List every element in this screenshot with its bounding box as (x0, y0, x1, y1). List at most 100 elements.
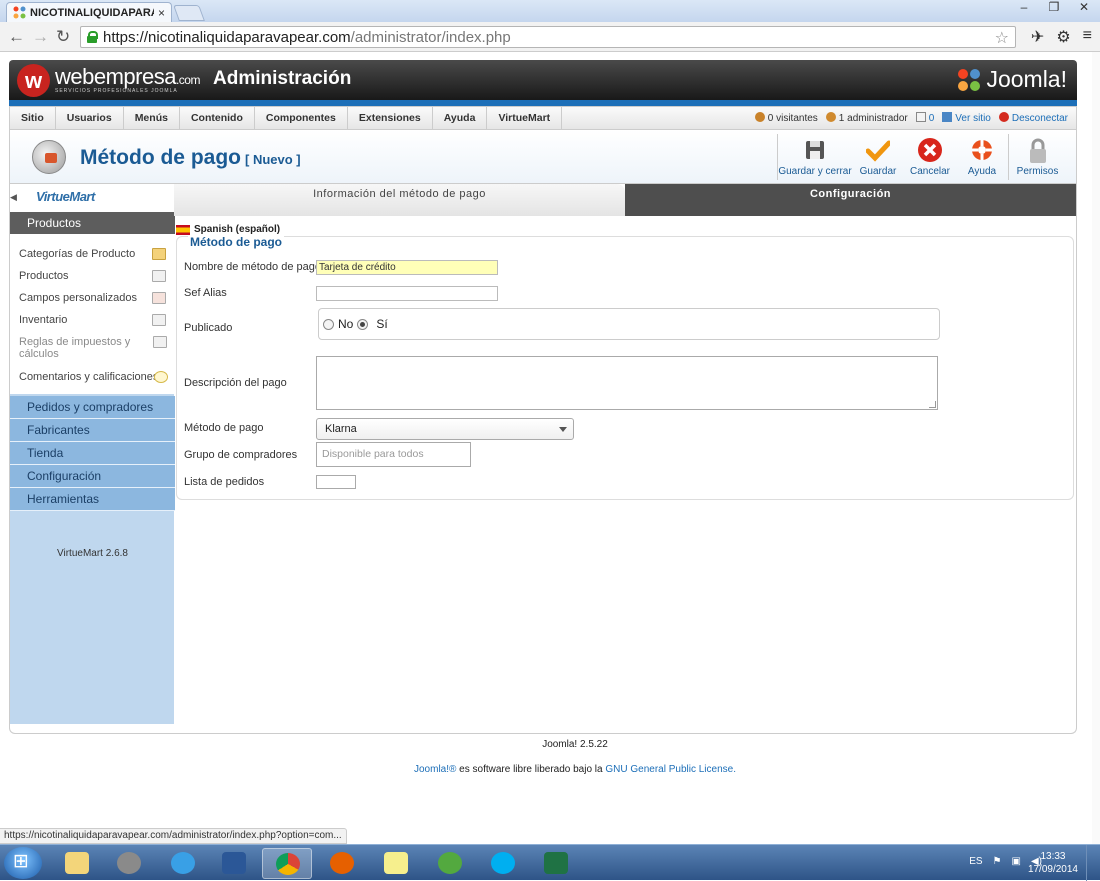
tab-info[interactable]: Información del método de pago (174, 184, 625, 216)
payment-method-icon (32, 140, 66, 174)
taskbar-explorer[interactable] (52, 848, 102, 879)
order-label: Lista de pedidos (184, 476, 265, 488)
view-site-link[interactable]: Ver sitio (942, 112, 991, 124)
name-input[interactable]: Tarjeta de crédito (316, 260, 498, 275)
start-button[interactable] (4, 847, 42, 879)
radio-no[interactable] (323, 318, 334, 330)
page-title: Método de pago[ Nuevo ] (80, 146, 301, 169)
back-arrow-icon[interactable]: ← (8, 27, 25, 47)
taskbar-word[interactable] (209, 848, 259, 879)
webempresa-logo-icon: w (17, 64, 50, 97)
top-menu: Sitio Usuarios Menús Contenido Component… (9, 106, 1077, 130)
menu-ayuda[interactable]: Ayuda (433, 107, 488, 129)
taskbar-skype[interactable] (478, 848, 528, 879)
cancel-x-icon (918, 138, 942, 162)
published-radio-group: No Sí (318, 308, 940, 340)
order-input[interactable] (316, 475, 356, 489)
save-close-button[interactable]: Guardar y cerrar (778, 134, 852, 180)
close-window-icon[interactable]: ✕ (1076, 0, 1092, 14)
browser-tabbar: NICOTINALIQUIDAPARAV × – ❐ ✕ (0, 0, 1100, 22)
chevron-down-icon (559, 427, 567, 432)
joomla-mark-icon (956, 67, 982, 93)
firefox-icon (330, 852, 354, 874)
new-tab-button[interactable] (173, 5, 205, 21)
status-url: https://nicotinaliquidaparavapear.com/ad… (0, 828, 347, 844)
menu-extensiones[interactable]: Extensiones (348, 107, 433, 129)
settings-gear-icon[interactable]: ⚙ (1056, 27, 1070, 47)
bookmark-star-icon[interactable]: ☆ (995, 28, 1009, 48)
taskbar-app[interactable] (104, 848, 154, 879)
method-label: Método de pago (184, 422, 264, 434)
help-button[interactable]: Ayuda (956, 134, 1008, 180)
joomla-favicon-icon (13, 6, 26, 19)
url-input[interactable]: https://nicotinaliquidaparavapear.com/ad… (80, 26, 1016, 48)
taskbar-firefox[interactable] (317, 848, 367, 879)
logout-link[interactable]: Desconectar (998, 112, 1068, 124)
address-bar: ← → ↻ https://nicotinaliquidaparavapear.… (0, 22, 1100, 52)
browser-tab-active[interactable]: NICOTINALIQUIDAPARAV × (6, 2, 172, 22)
messages-status[interactable]: 0 (915, 112, 934, 124)
status-area: 0 visitantes 1 administrador 0 Ver sitio… (754, 107, 1068, 129)
admins-status: 1 administrador (825, 112, 908, 124)
description-textarea[interactable] (316, 356, 938, 410)
menu-sitio[interactable]: Sitio (10, 107, 56, 129)
save-button[interactable]: Guardar (852, 134, 904, 180)
tab-title: NICOTINALIQUIDAPARAV (30, 6, 154, 19)
license-line: Joomla!® es software libre liberado bajo… (414, 764, 736, 775)
form-tabs: Información del método de pago Configura… (174, 184, 1076, 216)
taskbar-excel[interactable] (531, 848, 581, 879)
minimize-icon[interactable]: – (1016, 0, 1032, 14)
maximize-icon[interactable]: ❐ (1046, 0, 1062, 14)
tab-close-icon[interactable]: × (158, 6, 165, 20)
language-indicator-tray[interactable]: ES (969, 856, 982, 867)
network-icon[interactable]: ▣ (1012, 856, 1021, 867)
name-label: Nombre de método de pago (184, 261, 321, 273)
folder-icon (65, 852, 89, 874)
menu-componentes[interactable]: Componentes (255, 107, 348, 129)
word-icon (222, 852, 246, 874)
spain-flag-icon (176, 224, 190, 235)
floppy-disk-icon (803, 138, 827, 162)
users-icon (754, 112, 765, 122)
taskbar-chrome[interactable] (262, 848, 312, 879)
menu-usuarios[interactable]: Usuarios (56, 107, 124, 129)
joomla-version: Joomla! 2.5.22 (542, 739, 608, 750)
cancel-button[interactable]: Cancelar (904, 134, 956, 180)
radio-yes[interactable] (357, 318, 369, 330)
group-label: Grupo de compradores (184, 449, 298, 461)
utorrent-icon (438, 852, 462, 874)
page-subtitle: [ Nuevo ] (245, 152, 301, 167)
permissions-button[interactable]: Permisos (1008, 134, 1066, 180)
admin-header: w webempresa.com SERVICIOS PROFESIONALES… (9, 60, 1077, 102)
clock[interactable]: 13:33 17/09/2014 (1028, 850, 1078, 876)
app-icon (117, 852, 141, 874)
skype-icon (491, 852, 515, 874)
toolbar: Método de pago[ Nuevo ] Guardar y cerrar… (9, 130, 1077, 184)
gpl-link[interactable]: GNU General Public License. (605, 764, 736, 775)
menu-hamburger-icon[interactable]: ≡ (1083, 27, 1092, 47)
mail-icon (915, 112, 926, 122)
menu-virtuemart[interactable]: VirtueMart (487, 107, 563, 129)
menu-contenido[interactable]: Contenido (180, 107, 255, 129)
scrollbar[interactable] (1092, 52, 1100, 844)
group-input[interactable]: Disponible para todos (316, 442, 471, 467)
admin-title: Administración (213, 68, 352, 89)
menu-menus[interactable]: Menús (124, 107, 180, 129)
flag-icon[interactable]: ⚑ (993, 856, 1002, 867)
window-controls: – ❐ ✕ (1016, 0, 1092, 14)
alias-input[interactable] (316, 286, 498, 301)
tab-config[interactable]: Configuración (625, 184, 1076, 216)
chrome-icon (276, 853, 300, 875)
taskbar-notes[interactable] (371, 848, 421, 879)
brand-tagline: SERVICIOS PROFESIONALES JOOMLA (55, 88, 178, 94)
method-select[interactable]: Klarna (316, 418, 574, 440)
show-desktop-button[interactable] (1086, 845, 1100, 881)
extension-icon[interactable]: ✈ (1031, 27, 1044, 47)
taskbar-ie[interactable] (158, 848, 208, 879)
logout-icon (998, 112, 1009, 122)
lifebuoy-icon (970, 138, 994, 162)
reload-icon[interactable]: ↻ (56, 27, 70, 47)
taskbar-utorrent[interactable] (425, 848, 475, 879)
forward-arrow-icon[interactable]: → (32, 27, 49, 47)
alias-label: Sef Alias (184, 287, 227, 299)
